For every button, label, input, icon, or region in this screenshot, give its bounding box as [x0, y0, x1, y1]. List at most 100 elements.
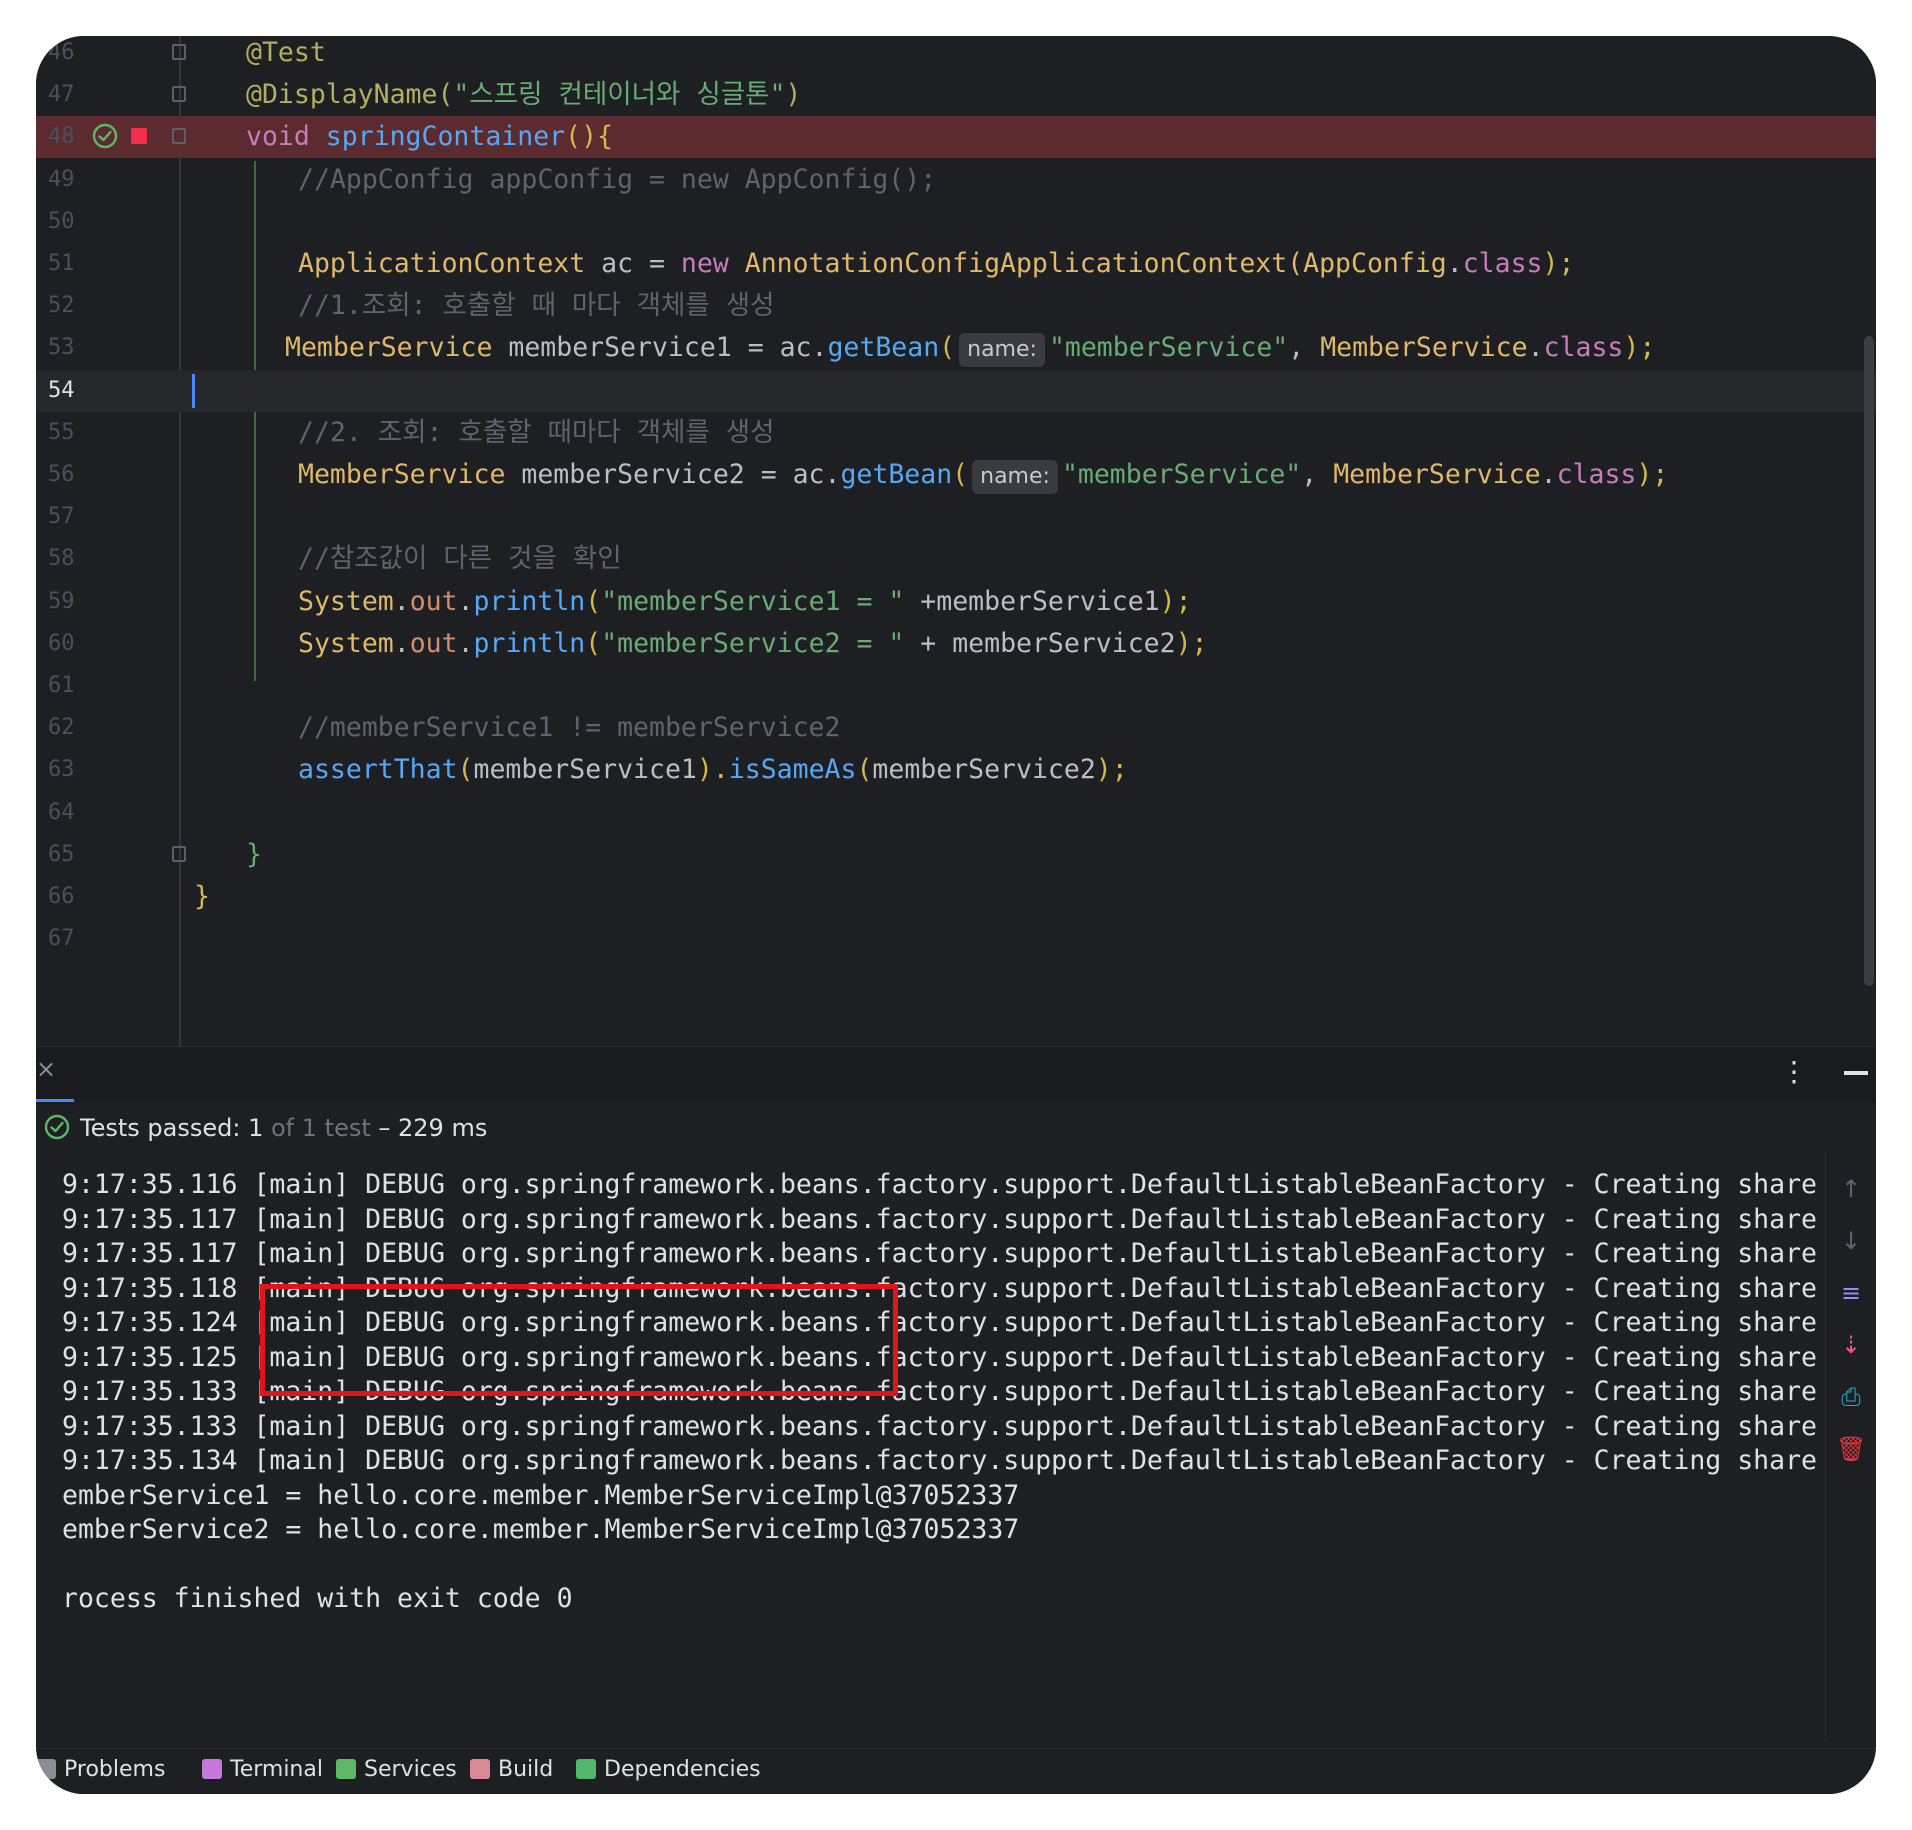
- code-token: //AppConfig appConfig = new AppConfig();: [298, 163, 937, 195]
- code-token: "memberService": [1048, 332, 1289, 364]
- line-number[interactable]: 67: [48, 926, 98, 951]
- line-number[interactable]: 63: [48, 757, 98, 782]
- line-number[interactable]: 61: [48, 673, 98, 698]
- highlight-annotation: [260, 1284, 898, 1396]
- more-options-icon[interactable]: ⋮: [1780, 1055, 1808, 1088]
- code-line[interactable]: 62 //memberService1 != memberService2: [36, 707, 1876, 749]
- code-line[interactable]: 51 ApplicationContext ac = new Annotation…: [36, 243, 1876, 285]
- code-text: assertThat(memberService1).isSameAs(memb…: [298, 755, 1128, 785]
- code-line[interactable]: 57: [36, 496, 1876, 538]
- code-token: isSameAs: [728, 754, 857, 786]
- scroll-up-icon[interactable]: ↑: [1836, 1174, 1866, 1204]
- scroll-to-end-icon[interactable]: ⇣: [1836, 1330, 1866, 1360]
- breakpoint-icon[interactable]: [131, 128, 147, 145]
- code-token: ): [785, 79, 802, 111]
- code-token: //참조값이 다른 것을 확인: [298, 543, 622, 575]
- fold-marker-icon[interactable]: [172, 86, 186, 103]
- code-line[interactable]: 54: [36, 369, 1876, 412]
- code-token: void: [246, 121, 326, 153]
- line-number[interactable]: 49: [48, 167, 98, 192]
- code-line[interactable]: 58 //참조값이 다른 것을 확인: [36, 538, 1876, 580]
- editor-scrollbar[interactable]: [1864, 336, 1874, 986]
- line-number[interactable]: 55: [48, 420, 98, 445]
- code-line[interactable]: 53 MemberService memberService1 = ac.getB…: [36, 327, 1876, 369]
- line-number[interactable]: 50: [48, 209, 98, 234]
- line-number[interactable]: 59: [48, 589, 98, 614]
- line-number[interactable]: 54: [48, 378, 98, 403]
- code-line[interactable]: 55 //2. 조회: 호출할 때마다 객체를 생성: [36, 412, 1876, 454]
- code-line[interactable]: 60 System.out.println("memberService2 = "…: [36, 623, 1876, 665]
- code-line[interactable]: 48 void springContainer(){: [36, 116, 1876, 159]
- line-number[interactable]: 51: [48, 251, 98, 276]
- print-icon[interactable]: ⎙: [1836, 1382, 1866, 1412]
- code-line[interactable]: 63 assertThat(memberService1).isSameAs(me…: [36, 749, 1876, 791]
- code-text: }: [194, 882, 210, 912]
- line-number[interactable]: 66: [48, 884, 98, 909]
- code-token: .: [457, 585, 474, 617]
- line-number[interactable]: 58: [48, 546, 98, 571]
- soft-wrap-icon[interactable]: ≡: [1836, 1278, 1866, 1308]
- code-token: (: [585, 585, 602, 617]
- code-text: //AppConfig appConfig = new AppConfig();: [298, 163, 937, 195]
- code-line[interactable]: 52 //1.조회: 호출할 때 마다 객체를 생성: [36, 285, 1876, 327]
- gear-icon: [336, 1759, 356, 1779]
- tab-services[interactable]: Services: [336, 1757, 457, 1782]
- code-line[interactable]: 61: [36, 665, 1876, 707]
- bottom-tab-label: Services: [364, 1757, 457, 1782]
- line-number[interactable]: 47: [48, 82, 98, 107]
- line-number[interactable]: 52: [48, 293, 98, 318]
- line-number[interactable]: 65: [48, 842, 98, 867]
- tab-terminal[interactable]: Terminal: [202, 1757, 323, 1782]
- code-line[interactable]: 67: [36, 918, 1876, 960]
- trash-icon[interactable]: 🗑: [1836, 1434, 1866, 1464]
- bottom-tab-label: Problems: [64, 1757, 166, 1782]
- line-number[interactable]: 57: [48, 504, 98, 529]
- terminal-icon: [202, 1759, 222, 1779]
- code-text: void springContainer(){: [246, 122, 613, 152]
- code-line[interactable]: 46 @Test: [36, 36, 1876, 74]
- minimize-icon[interactable]: [1844, 1071, 1868, 1075]
- code-token: println: [473, 585, 586, 617]
- test-status-bar: Tests passed: 1 of 1 test – 229 ms: [36, 1102, 1876, 1152]
- code-token: .: [1540, 459, 1557, 490]
- tab-problems[interactable]: Problems: [36, 1757, 165, 1782]
- code-token: );: [1636, 459, 1669, 490]
- code-editor[interactable]: 46 @Test 47 @DisplayName("스프링 컨테이너와 싱글톤") 48…: [36, 36, 1876, 1046]
- run-passed-icon[interactable]: [92, 123, 118, 149]
- code-token: ).: [696, 754, 729, 786]
- code-line[interactable]: 56 MemberService memberService2 = ac.getB…: [36, 454, 1876, 496]
- code-line[interactable]: 49 //AppConfig appConfig = new AppConfig(…: [36, 159, 1876, 201]
- code-token: (: [585, 627, 602, 659]
- test-status-text: Tests passed: 1 of 1 test – 229 ms: [80, 1114, 487, 1142]
- code-token: }: [194, 881, 210, 912]
- fold-marker-icon[interactable]: [172, 44, 186, 60]
- line-number[interactable]: 53: [48, 335, 98, 360]
- code-line[interactable]: 64: [36, 792, 1876, 834]
- fold-marker-icon[interactable]: [172, 845, 186, 862]
- code-line[interactable]: 50: [36, 201, 1876, 243]
- bottom-tab-label: Dependencies: [604, 1757, 761, 1782]
- code-token: (: [952, 459, 969, 490]
- line-number[interactable]: 56: [48, 462, 98, 487]
- code-line[interactable]: 65}: [36, 834, 1876, 876]
- code-line[interactable]: 59 System.out.println("memberService1 = "…: [36, 581, 1876, 623]
- code-token: println: [473, 627, 586, 659]
- line-number[interactable]: 64: [48, 800, 98, 825]
- close-icon[interactable]: ×: [36, 1055, 56, 1083]
- code-token: }: [246, 838, 262, 870]
- fold-marker-icon[interactable]: [172, 128, 186, 145]
- code-token: class: [1462, 248, 1543, 279]
- scroll-down-icon[interactable]: ↓: [1836, 1226, 1866, 1256]
- code-line[interactable]: 47 @DisplayName("스프링 컨테이너와 싱글톤"): [36, 74, 1876, 116]
- tab-dependencies[interactable]: Dependencies: [576, 1757, 761, 1782]
- console-output[interactable]: 9:17:35.116 [main] DEBUG org.springframe…: [36, 1152, 1826, 1742]
- tab-build[interactable]: Build: [470, 1757, 553, 1782]
- code-token: ac =: [585, 248, 681, 279]
- line-number[interactable]: 60: [48, 631, 98, 656]
- hammer-icon: [470, 1759, 490, 1779]
- line-number[interactable]: 48: [48, 124, 98, 149]
- line-number[interactable]: 46: [48, 40, 98, 65]
- line-number[interactable]: 62: [48, 715, 98, 740]
- run-panel-header: × ⋮: [36, 1046, 1876, 1103]
- code-line[interactable]: 66}: [36, 876, 1876, 918]
